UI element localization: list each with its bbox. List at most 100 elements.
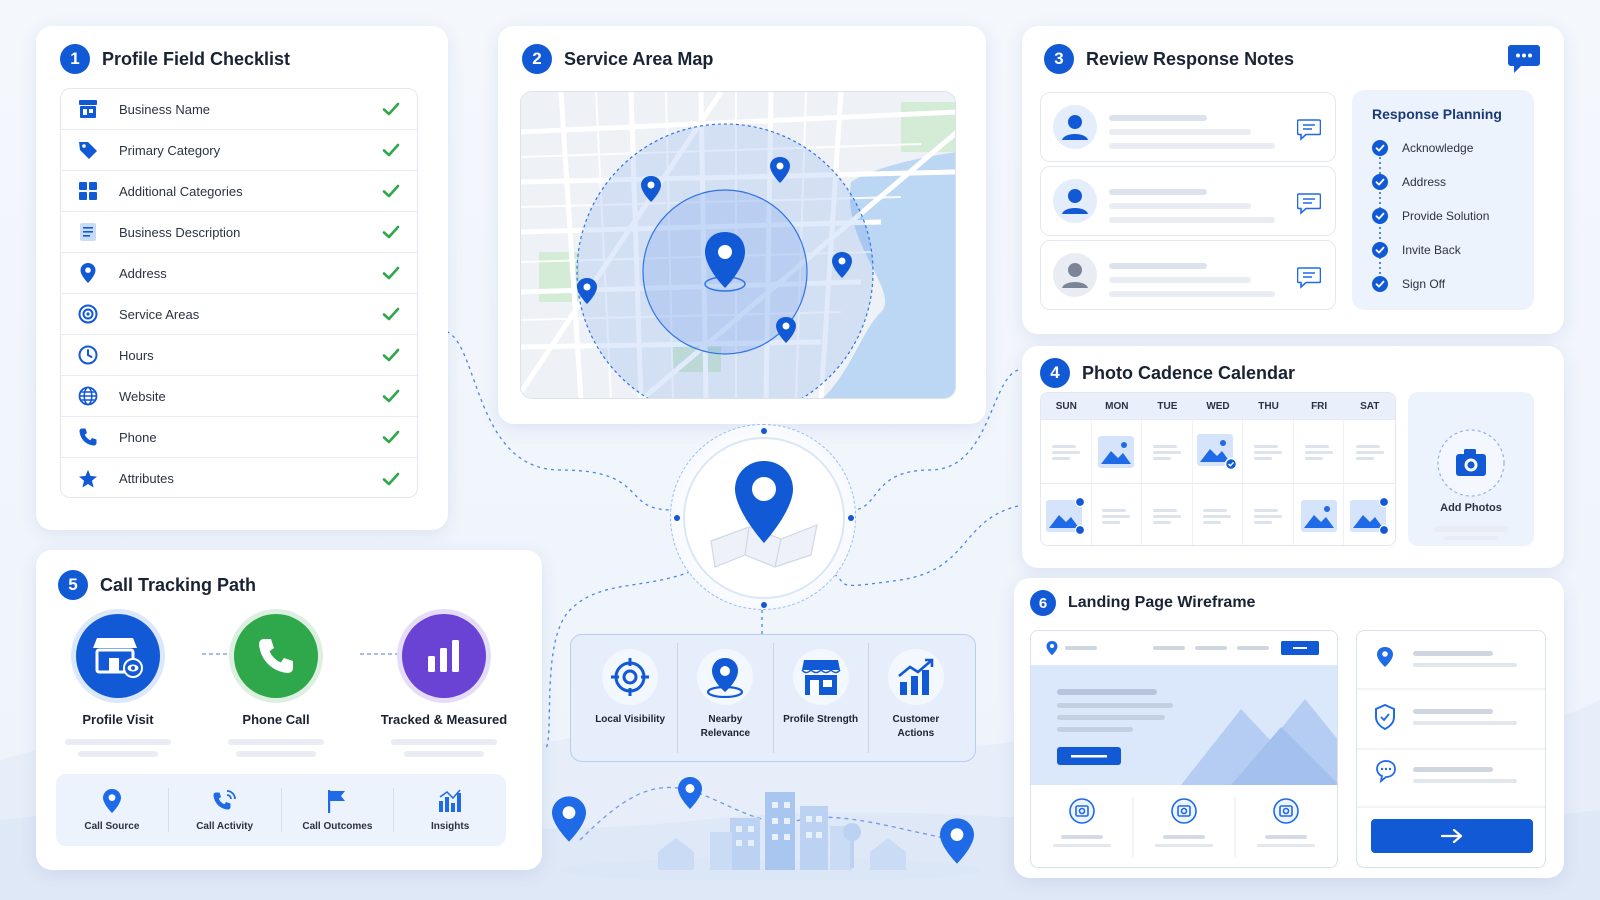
add-photos-button[interactable]: Add Photos [1408, 392, 1534, 546]
calendar-day-cell[interactable] [1142, 484, 1193, 545]
call-source-item[interactable]: Call Source [56, 788, 169, 832]
calendar-day-cell[interactable] [1344, 420, 1395, 483]
card-header: 5 Call Tracking Path [58, 570, 256, 600]
storefront-icon [76, 614, 160, 698]
review-text-placeholder [1109, 143, 1275, 149]
response-step-label: Address [1402, 175, 1447, 189]
metric-nearby-relevance[interactable]: Nearby Relevance [678, 643, 774, 753]
cta-button[interactable] [1371, 819, 1533, 853]
text-placeholder [228, 739, 324, 745]
response-step: Provide Solution [1372, 208, 1489, 224]
response-step-label: Acknowledge [1402, 141, 1474, 155]
image-scheduled-icon [1349, 496, 1389, 535]
response-step: Address [1372, 174, 1446, 190]
review-row[interactable] [1040, 92, 1336, 162]
weekday-label: MON [1105, 400, 1129, 412]
checklist-item-phone[interactable]: Phone [61, 417, 417, 458]
check-icon [382, 266, 400, 280]
checklist-item-primary-category[interactable]: Primary Category [61, 130, 417, 171]
card-header: 6 Landing Page Wireframe [1030, 590, 1255, 616]
map-pin-icon [674, 428, 854, 608]
calendar-day-cell[interactable] [1294, 484, 1345, 545]
check-icon [382, 430, 400, 444]
checklist-item-service-areas[interactable]: Service Areas [61, 294, 417, 335]
text-lines-icon [1051, 444, 1080, 460]
weekday-label: WED [1206, 400, 1230, 412]
calendar-day-cell[interactable] [1092, 484, 1143, 545]
text-lines-icon [1254, 508, 1283, 524]
card-title: Profile Field Checklist [102, 48, 291, 69]
check-icon [382, 307, 400, 321]
call-outcomes-item[interactable]: Call Outcomes [282, 788, 395, 832]
weekday-label: SAT [1360, 400, 1380, 412]
checklist-item-label: Additional Categories [119, 183, 243, 199]
reply-icon[interactable] [1297, 267, 1321, 289]
checklist-item-label: Business Description [119, 224, 241, 240]
step-number-badge: 5 [58, 570, 88, 600]
checklist-item-attributes[interactable]: Attributes [61, 458, 417, 497]
checklist-item-additional-categories[interactable]: Additional Categories [61, 171, 417, 212]
wireframe-layout [1031, 631, 1337, 857]
check-circle-icon [1372, 208, 1388, 224]
calendar-day-cell[interactable] [1243, 484, 1294, 545]
checklist-item-address[interactable]: Address [61, 253, 417, 294]
path-step-tracked-measured[interactable]: Tracked & Measured [364, 614, 524, 757]
step-number-badge: 6 [1030, 590, 1056, 616]
calendar-day-cell[interactable] [1041, 420, 1092, 483]
calendar-day-cell[interactable] [1294, 420, 1345, 483]
check-circle-icon [1372, 242, 1388, 258]
path-step-profile-visit[interactable]: Profile Visit [48, 614, 188, 757]
step-number-badge: 1 [60, 44, 90, 74]
check-circle-icon [1372, 276, 1388, 292]
calendar-day-cell[interactable] [1243, 420, 1294, 483]
text-lines-icon [1355, 444, 1384, 460]
calendar-day-cell[interactable] [1344, 484, 1395, 545]
image-scheduled-icon [1197, 433, 1238, 470]
star-icon [77, 468, 99, 490]
calendar-day-cell[interactable] [1142, 420, 1193, 483]
card-header: 1 Profile Field Checklist [60, 44, 290, 74]
calendar-day-cell[interactable] [1092, 420, 1143, 483]
tag-icon [77, 139, 99, 161]
call-activity-item[interactable]: Call Activity [169, 788, 282, 832]
image-icon [1098, 435, 1135, 468]
text-lines-icon [1203, 508, 1232, 524]
review-text-placeholder [1109, 129, 1251, 135]
service-area-map[interactable] [520, 91, 956, 399]
checklist-item-label: Address [119, 265, 167, 281]
metric-customer-actions[interactable]: Customer Actions [869, 643, 963, 753]
calendar-day-cell[interactable] [1193, 484, 1244, 545]
response-step: Sign Off [1372, 276, 1445, 292]
user-avatar-icon [1053, 253, 1097, 297]
review-row[interactable] [1040, 166, 1336, 236]
phone-icon [77, 426, 99, 448]
landing-wireframe-card: 6 Landing Page Wireframe [1014, 578, 1564, 878]
target-icon [77, 303, 99, 325]
review-row[interactable] [1040, 240, 1336, 310]
chat-bubble-icon[interactable] [1508, 44, 1540, 74]
insights-item[interactable]: Insights [394, 788, 506, 832]
checklist-item-business-description[interactable]: Business Description [61, 212, 417, 253]
checklist-item-website[interactable]: Website [61, 376, 417, 417]
check-circle-icon [1372, 140, 1388, 156]
metric-profile-strength[interactable]: Profile Strength [774, 643, 869, 753]
response-planning-panel: Response Planning Acknowledge Address Pr… [1352, 90, 1534, 310]
image-icon [1300, 499, 1337, 532]
metric-local-visibility[interactable]: Local Visibility [583, 643, 679, 753]
calendar-day-cell[interactable] [1193, 420, 1244, 483]
checklist-item-business-name[interactable]: Business Name [61, 89, 417, 130]
call-metric-label: Insights [430, 820, 470, 832]
city-illustration [560, 792, 980, 880]
call-metric-label: Call Outcomes [302, 820, 373, 832]
metric-label: Nearby Relevance [700, 714, 751, 739]
reply-icon[interactable] [1297, 119, 1321, 141]
calendar-grid: SUN MON TUE WED THU FRI SAT [1040, 392, 1396, 546]
calendar-day-cell[interactable] [1041, 484, 1092, 545]
checklist-item-hours[interactable]: Hours [61, 335, 417, 376]
reply-icon[interactable] [1297, 193, 1321, 215]
call-metrics-bar: Call Source Call Activity Call Outcomes … [56, 774, 506, 846]
check-icon [382, 143, 400, 157]
path-step-phone-call[interactable]: Phone Call [206, 614, 346, 757]
text-placeholder [236, 751, 316, 757]
text-lines-icon [1304, 444, 1333, 460]
